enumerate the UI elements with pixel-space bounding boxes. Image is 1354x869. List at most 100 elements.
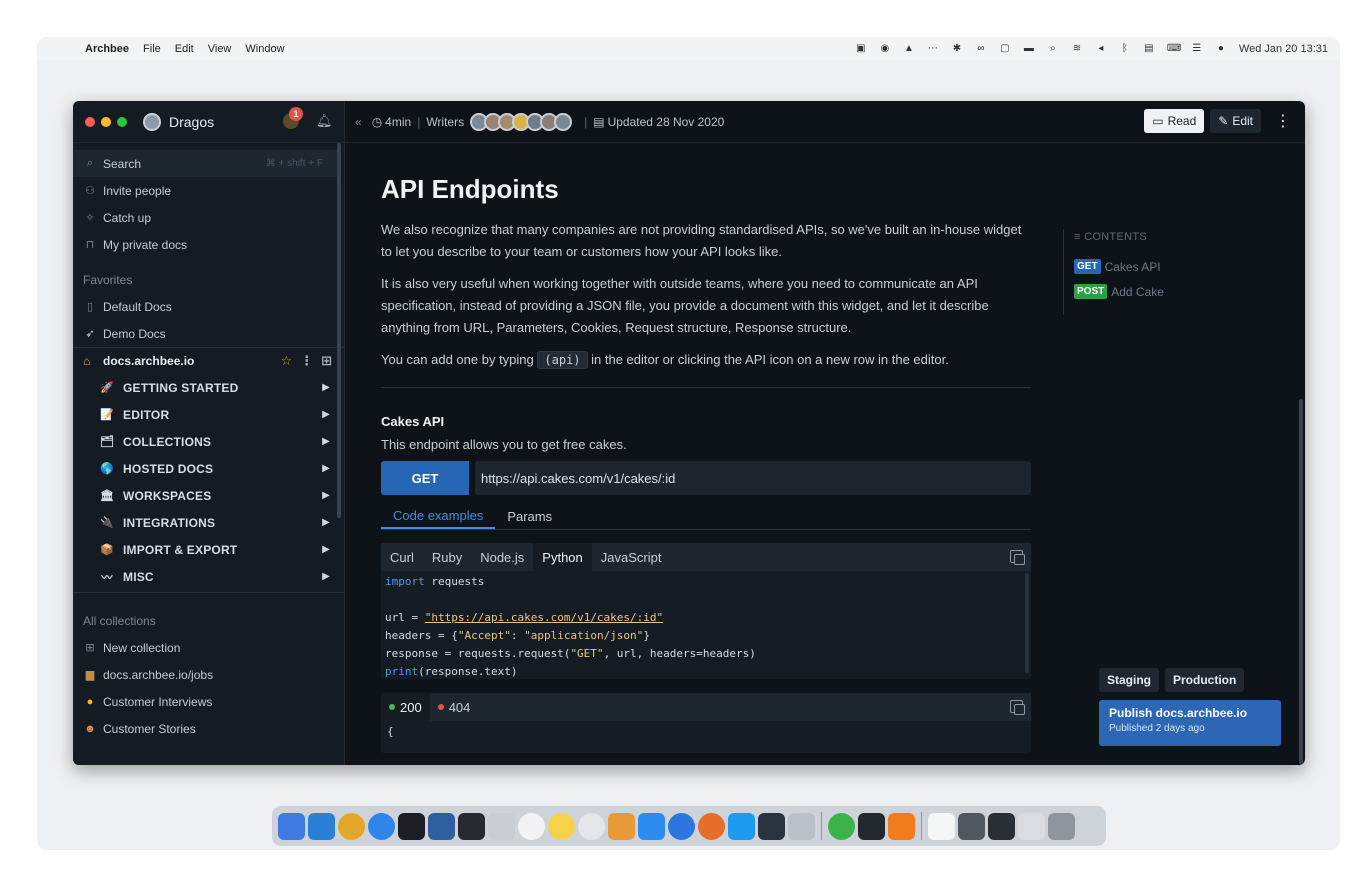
app-icon[interactable] xyxy=(698,812,725,840)
app-icon[interactable] xyxy=(788,812,815,840)
avatar[interactable] xyxy=(554,112,573,131)
zoom-window-button[interactable] xyxy=(117,116,127,127)
menu-window[interactable]: Window xyxy=(245,43,284,55)
flag-icon[interactable]: ▤ xyxy=(1143,43,1155,54)
category-getting-started[interactable]: 🚀 GETTING STARTED ▶ xyxy=(73,374,344,401)
collection-customer-interviews[interactable]: ● Customer Interviews xyxy=(73,688,344,715)
vlc-icon[interactable] xyxy=(888,812,915,840)
endpoint-url[interactable]: https://api.cakes.com/v1/cakes/:id xyxy=(475,461,1031,495)
caret-right-icon[interactable]: ▶ xyxy=(322,517,330,528)
tab-javascript[interactable]: JavaScript xyxy=(592,543,671,571)
eye-icon[interactable]: ◉ xyxy=(879,43,891,54)
caret-right-icon[interactable]: ▶ xyxy=(322,490,330,501)
sidebar-item-catch-up[interactable]: ✧ Catch up xyxy=(73,204,344,231)
tab-code-examples[interactable]: Code examples xyxy=(381,503,496,529)
trash-icon[interactable] xyxy=(1048,812,1075,840)
tab-curl[interactable]: Curl xyxy=(381,543,423,571)
more-options-icon[interactable]: ⋮ xyxy=(1275,111,1291,131)
sidebar-item-demo-docs[interactable]: ➶ Demo Docs xyxy=(73,320,344,347)
sidebar-item-invite-people[interactable]: ⚇ Invite people xyxy=(73,177,344,204)
terminal-icon[interactable] xyxy=(398,812,425,840)
notifications-icon[interactable]: 1 xyxy=(283,107,303,129)
collection-jobs[interactable]: ▆ docs.archbee.io/jobs xyxy=(73,661,344,688)
menu-view[interactable]: View xyxy=(208,43,232,55)
automator-icon[interactable] xyxy=(488,812,515,840)
code-scrollbar[interactable] xyxy=(1025,573,1029,673)
avatar[interactable] xyxy=(143,112,161,131)
xcode-icon[interactable] xyxy=(428,812,455,840)
caret-right-icon[interactable]: ▶ xyxy=(322,463,330,474)
caret-right-icon[interactable]: ▶ xyxy=(322,409,330,420)
search-input[interactable]: ⌕ Search ⌘ + shift + F xyxy=(73,150,339,177)
tab-response-404[interactable]: 404 xyxy=(430,693,479,721)
tab-response-200[interactable]: 200 xyxy=(381,693,430,721)
collection-customer-stories[interactable]: ☻ Customer Stories xyxy=(73,715,344,742)
category-workspaces[interactable]: 🏛 WORKSPACES ▶ xyxy=(73,482,344,509)
caret-right-icon[interactable]: ▶ xyxy=(322,382,330,393)
app-icon[interactable] xyxy=(858,812,885,840)
gear-icon[interactable]: ✱ xyxy=(951,43,963,54)
app-icon[interactable] xyxy=(608,812,635,840)
tab-python[interactable]: Python xyxy=(533,543,592,571)
chrome-icon[interactable] xyxy=(338,812,365,840)
response-body[interactable]: { xyxy=(381,721,1031,743)
category-import-export[interactable]: 📦 IMPORT & EXPORT ▶ xyxy=(73,536,344,563)
keyboard-icon[interactable]: ⌨ xyxy=(1167,43,1181,54)
safari-icon[interactable] xyxy=(368,812,395,840)
clock[interactable]: Wed Jan 20 13:31 xyxy=(1239,43,1328,55)
document-icon[interactable] xyxy=(928,812,955,840)
main-scrollbar[interactable] xyxy=(1299,399,1303,764)
http-method-badge[interactable]: GET xyxy=(381,461,469,495)
zoom-icon[interactable] xyxy=(638,812,665,840)
user-name[interactable]: Dragos xyxy=(169,114,214,130)
glasses-icon[interactable]: ∞ xyxy=(975,43,987,54)
figma-icon[interactable] xyxy=(458,812,485,840)
menu-file[interactable]: File xyxy=(143,43,161,55)
publish-button[interactable]: Publish docs.archbee.io Published 2 days… xyxy=(1099,700,1281,746)
minimize-window-button[interactable] xyxy=(101,116,111,127)
twitter-icon[interactable] xyxy=(728,812,755,840)
category-integrations[interactable]: 🔌 INTEGRATIONS ▶ xyxy=(73,509,344,536)
bell-icon[interactable]: 🔔︎ xyxy=(316,113,333,129)
edit-mode-button[interactable]: ✎ Edit xyxy=(1210,109,1261,133)
sidebar-item-my-private-docs[interactable]: ⊓ My private docs xyxy=(73,231,344,258)
battery-icon[interactable]: ▬ xyxy=(1023,43,1035,54)
messages-icon[interactable] xyxy=(828,812,855,840)
sidebar-item-default-docs[interactable]: ▯ Default Docs xyxy=(73,293,344,320)
tab-params[interactable]: Params xyxy=(495,503,564,529)
volume-icon[interactable]: ◂ xyxy=(1095,43,1107,54)
writer-avatars[interactable] xyxy=(470,112,573,131)
category-editor[interactable]: 📝 EDITOR ▶ xyxy=(73,401,344,428)
dots-icon[interactable]: ⋯ xyxy=(927,43,939,54)
bluetooth-icon[interactable]: ᛒ xyxy=(1119,43,1131,54)
window-icon[interactable]: ▢ xyxy=(999,43,1011,54)
copy-icon[interactable] xyxy=(1010,550,1025,565)
app-icon[interactable] xyxy=(518,812,545,840)
vscode-icon[interactable] xyxy=(308,812,335,840)
space-docs-archbee[interactable]: ⌂ docs.archbee.io ☆ ⋮ ⊞ xyxy=(73,347,344,374)
staging-button[interactable]: Staging xyxy=(1099,668,1159,692)
close-window-button[interactable] xyxy=(85,116,95,127)
spotlight-search-icon[interactable]: ⌕ xyxy=(1047,43,1059,54)
signal-icon[interactable] xyxy=(668,812,695,840)
window-thumbnail-icon[interactable] xyxy=(958,812,985,840)
upload-icon[interactable]: ▲ xyxy=(903,43,915,54)
toc-item-cakes-api[interactable]: GET Cakes API xyxy=(1074,259,1164,274)
code-block[interactable]: import requests url = "https://api.cakes… xyxy=(381,571,1031,679)
more-vertical-icon[interactable]: ⋮ xyxy=(300,353,313,369)
window-thumbnail-icon[interactable] xyxy=(988,812,1015,840)
category-misc[interactable]: 〰 MISC ▶ xyxy=(73,563,344,590)
read-mode-button[interactable]: ▭ Read xyxy=(1144,109,1205,133)
wifi-icon[interactable]: ≋ xyxy=(1071,43,1083,54)
app-icon[interactable] xyxy=(548,812,575,840)
copy-icon[interactable] xyxy=(1010,700,1025,715)
add-page-icon[interactable]: ⊞ xyxy=(321,353,332,369)
new-collection-button[interactable]: ⊞ New collection xyxy=(73,634,344,661)
star-icon[interactable]: ☆ xyxy=(280,353,292,369)
siri-icon[interactable]: ● xyxy=(1215,43,1227,54)
sidebar-scrollbar[interactable] xyxy=(337,143,341,518)
window-thumbnail-icon[interactable] xyxy=(1018,812,1045,840)
production-button[interactable]: Production xyxy=(1165,668,1245,692)
tab-ruby[interactable]: Ruby xyxy=(423,543,471,571)
control-center-icon[interactable]: ☰ xyxy=(1191,43,1203,54)
